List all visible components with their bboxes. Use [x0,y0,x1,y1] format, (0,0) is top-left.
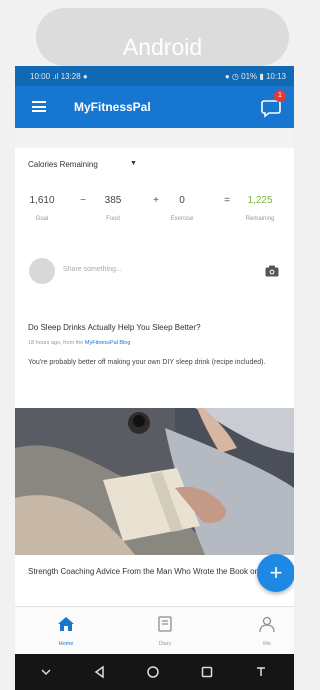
diary-icon [158,616,172,632]
chevron-down-icon[interactable]: ▼ [130,160,137,167]
goal-value: 1,610 [29,195,55,206]
next-article-title[interactable]: Strength Coaching Advice From the Man Wh… [28,567,268,577]
calories-title[interactable]: Calories Remaining [28,160,98,169]
nav-me[interactable]: Me [237,607,294,654]
article-photo[interactable] [15,408,294,555]
food-value: 385 [104,195,122,206]
person-icon [259,616,275,633]
share-card[interactable]: Share something... [15,246,294,294]
nav-diary-label: Diary [158,641,172,647]
nav-home-label: Home [58,641,74,647]
remaining-label: Remaining [245,216,275,222]
nav-home[interactable]: Home [36,607,96,654]
home-icon [58,617,74,631]
remaining-value: 1,225 [247,195,273,206]
equals-operator: = [224,195,230,206]
status-right: ● ◷ 01% ▮ 10:13 [224,72,286,81]
food-label: Food [106,216,120,222]
avatar [29,258,55,284]
nav-me-label: Me [263,641,271,647]
menu-icon[interactable] [32,101,46,112]
exercise-value: 0 [179,195,185,206]
chevron-down-icon[interactable] [38,664,54,680]
notification-pull-icon[interactable] [253,664,269,680]
plus-operator: + [153,195,159,206]
article-meta: 18 hours ago, from the MyFitnessPal Blog [28,340,130,346]
camera-icon[interactable] [265,265,279,277]
platform-label: Android [122,34,203,60]
article-title[interactable]: Do Sleep Drinks Actually Help You Sleep … [28,323,288,332]
article-body: You're probably better off making your o… [28,359,266,366]
status-bar: 10:00 .ıl 13:28 ● ● ◷ 01% ▮ 10:13 [15,66,294,86]
add-button[interactable]: + [257,554,294,592]
exercise-label: Exercise [170,216,194,222]
article-meta-prefix: 18 hours ago, from the [28,340,84,346]
nav-diary[interactable]: Diary [135,607,195,654]
app-title: MyFitnessPal [74,100,151,114]
phone-screen: 10:00 .ıl 13:28 ● ● ◷ 01% ▮ 10:13 MyFitn… [15,66,294,690]
article-source-link[interactable]: MyFitnessPal Blog [85,340,131,346]
minus-operator: − [80,195,86,206]
bottom-nav: Home Diary Me [15,606,294,654]
system-nav-bar [15,654,294,690]
status-left: 10:00 .ıl 13:28 ● [30,72,88,81]
share-input[interactable]: Share something... [63,266,122,273]
platform-pill: Android [36,8,289,66]
app-bar: MyFitnessPal 1 [15,86,294,128]
recents-icon[interactable] [199,664,215,680]
goal-label: Goal [35,216,49,222]
home-circle-icon[interactable] [145,664,161,680]
notification-badge: 1 [274,90,286,102]
back-icon[interactable] [92,664,108,680]
